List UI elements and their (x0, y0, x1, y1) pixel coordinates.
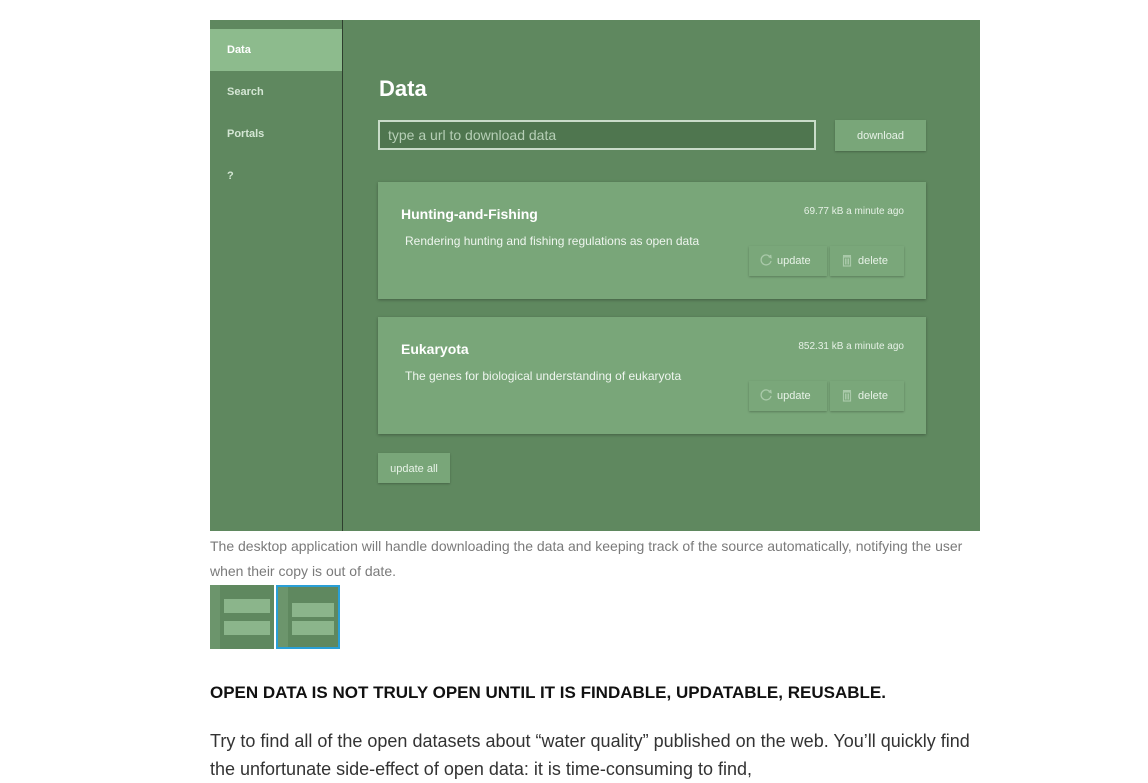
thumbnail-2-selected[interactable] (276, 585, 340, 649)
section-heading: OPEN DATA IS NOT TRULY OPEN UNTIL IT IS … (210, 683, 886, 702)
dataset-description: The genes for biological understanding o… (405, 369, 682, 383)
dataset-meta: 852.31 kB a minute ago (798, 341, 904, 352)
dataset-card: Hunting-and-Fishing 69.77 kB a minute ag… (378, 182, 926, 299)
refresh-icon (760, 254, 772, 266)
thumbnail-1[interactable] (210, 585, 274, 649)
update-label: update (777, 255, 811, 267)
dataset-name: Eukaryota (401, 341, 469, 357)
app-screenshot: Data Search Portals ? Data download Hunt… (210, 20, 980, 531)
sidebar-item-portals[interactable]: Portals (210, 113, 342, 155)
refresh-icon (760, 389, 772, 401)
delete-button[interactable]: delete (830, 246, 904, 276)
delete-button[interactable]: delete (830, 381, 904, 411)
sidebar-item-help[interactable]: ? (210, 155, 342, 197)
update-button[interactable]: update (749, 381, 827, 411)
image-caption: The desktop application will handle down… (210, 538, 963, 579)
url-input[interactable] (378, 120, 816, 150)
update-label: update (777, 390, 811, 402)
main-panel: Data download Hunting-and-Fishing 69.77 … (343, 20, 980, 531)
update-all-button[interactable]: update all (378, 453, 450, 483)
sidebar: Data Search Portals ? (210, 20, 343, 531)
delete-label: delete (858, 390, 888, 402)
dataset-name: Hunting-and-Fishing (401, 206, 538, 222)
page-title: Data (379, 76, 427, 101)
article-paragraph: Try to find all of the open datasets abo… (210, 731, 970, 779)
sidebar-item-data[interactable]: Data (210, 29, 342, 71)
delete-label: delete (858, 255, 888, 267)
dataset-card: Eukaryota 852.31 kB a minute ago The gen… (378, 317, 926, 434)
dataset-meta: 69.77 kB a minute ago (803, 206, 904, 217)
trash-icon (842, 255, 852, 267)
update-button[interactable]: update (749, 246, 827, 276)
sidebar-item-search[interactable]: Search (210, 71, 342, 113)
dataset-description: Rendering hunting and fishing regulation… (405, 234, 700, 248)
download-button[interactable]: download (835, 120, 926, 151)
trash-icon (842, 390, 852, 402)
